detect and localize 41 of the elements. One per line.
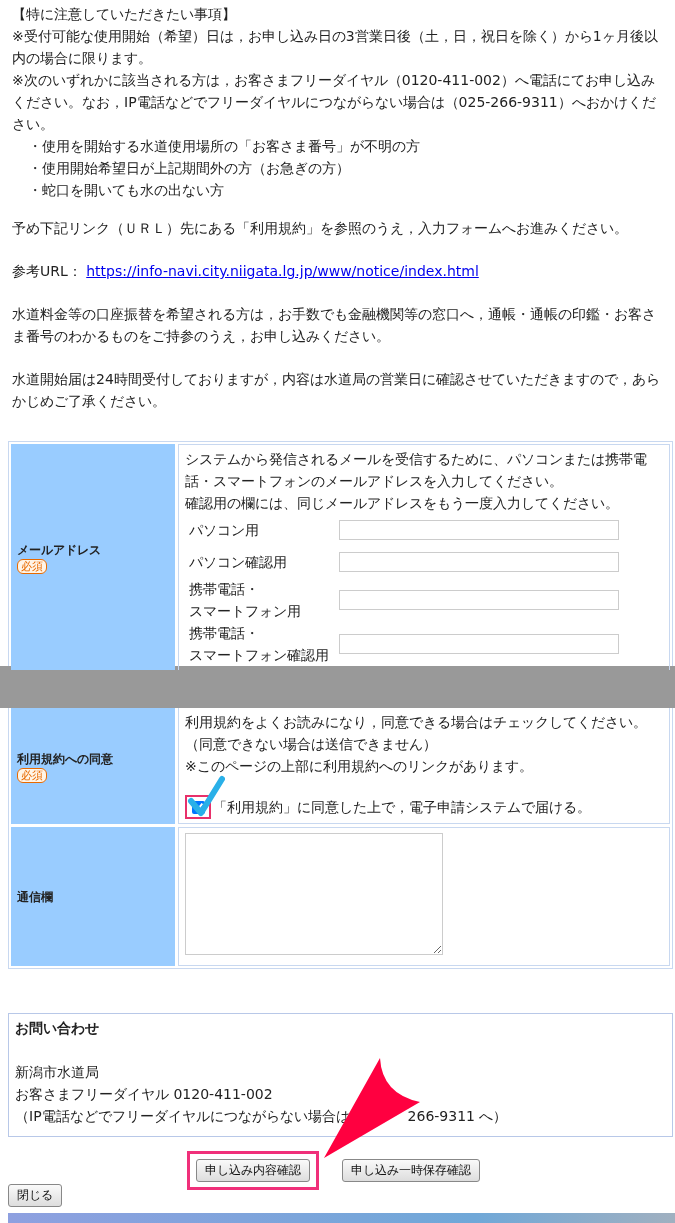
inquiry-title: お問い合わせ — [15, 1019, 100, 1038]
email-input[interactable] — [339, 634, 619, 654]
field-label: メールアドレス — [17, 541, 102, 559]
info-text: 水道開始届は24時間受付しておりますが，内容は水道局の営業日に確認させていただきますので，あらかじめご了承ください。 — [12, 370, 661, 411]
input-label: 携帯電話・ — [189, 624, 260, 643]
input-label: 携帯電話・ — [189, 580, 260, 599]
bullet-item: ・蛇口を開いても水の出ない方 — [27, 181, 225, 200]
reference-label: 参考URL： — [12, 263, 82, 279]
email-input[interactable] — [339, 520, 619, 540]
input-label: パソコン確認用 — [189, 553, 288, 572]
info-text: 水道料金等の口座振替を希望される方は，お手数でも金融機関等の窓口へ，通帳・通帳の印鑑・お客さま番号のわかるものをご持参のうえ，お申し込みください。 — [12, 305, 657, 346]
checkbox-label: 「利用規約」に同意した上で，電子申請システムで届ける。 — [213, 798, 591, 817]
email-input[interactable] — [339, 590, 619, 610]
description-text: ※このページの上部に利用規約へのリンクがあります。 — [185, 757, 534, 776]
field-label: 通信欄 — [17, 888, 54, 906]
submit-button[interactable]: 申し込み内容確認 — [195, 1159, 310, 1182]
intro-text: 予め下記リンク（ＵＲＬ）先にある「利用規約」を参照のうえ，入力フォームへお進みください。 — [12, 219, 629, 238]
submit-button[interactable]: 申し込み一時保存確認 — [341, 1159, 480, 1182]
inquiry-text: 新潟市水道局 — [15, 1063, 100, 1082]
required-badge: 必須 — [17, 558, 47, 574]
bullet-item: ・使用を開始する水道使用場所の「お客さま番号」が不明の方 — [27, 137, 421, 156]
notice-text: ※受付可能な使用開始（希望）日は，お申し込み日の3営業日後（土，日，祝日を除く）から1ヶ月後以内の場合に限ります。 — [12, 27, 659, 68]
input-label: スマートフォン確認用 — [189, 646, 330, 665]
inquiry-text: 266-9311 へ） — [407, 1107, 508, 1126]
agree-checkbox[interactable] — [191, 800, 205, 814]
description-text: システムから発信されるメールを受信するために、パソコンまたは携帯電話・スマートフォンのメールアドレスを入力してください。 — [185, 450, 648, 491]
input-label: パソコン用 — [189, 521, 260, 540]
bullet-item: ・使用開始希望日が上記期間外の方（お急ぎの方） — [27, 159, 351, 178]
email-input[interactable] — [339, 552, 619, 572]
description-text: （同意できない場合は送信できません） — [185, 735, 438, 754]
notice-heading: 【特に注意していただきたい事項】 — [12, 5, 237, 24]
notice-text: ※次のいずれかに該当される方は，お客さまフリーダイヤル（0120-411-002）へ電話にてお申し込みください。なお，IP電話などでフリーダイヤルにつながらない場合は（025-266-9311）へおかけください。 — [12, 71, 657, 134]
input-label: スマートフォン用 — [189, 602, 302, 621]
comment-textarea[interactable] — [185, 833, 443, 955]
close-button[interactable]: 閉じる — [8, 1184, 62, 1207]
description-text: 利用規約をよくお読みになり，同意できる場合はチェックしてください。 — [185, 713, 648, 732]
inquiry-text: お客さまフリーダイヤル 0120-411-002 — [15, 1085, 274, 1104]
required-badge: 必須 — [17, 767, 47, 783]
terms-link[interactable]: https://info-navi.city.niigata.lg.jp/www/notice/index.html — [86, 263, 479, 279]
field-label: 利用規約への同意 — [17, 750, 114, 768]
description-text: 確認用の欄には、同じメールアドレスをもう一度入力してください。 — [185, 494, 620, 513]
